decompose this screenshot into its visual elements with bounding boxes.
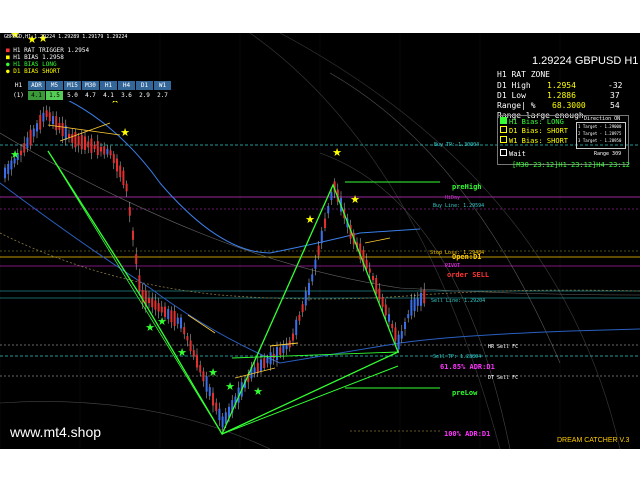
d1-high-value: 1.2954 [547, 81, 576, 90]
tf-value: 4.1 [99, 90, 118, 101]
buy-tp-label: Buy TP: 1.30004 [434, 142, 480, 148]
pre-high-label: preHigh [452, 183, 482, 191]
tf-header-adr: ADR [27, 80, 46, 91]
svg-text:★: ★ [225, 380, 235, 393]
tf-value: 3.6 [117, 90, 136, 101]
range-pct: 54 [610, 101, 620, 110]
target-1: 1 Target - 1.29000 [578, 124, 622, 129]
tf-header-m15: M15 [63, 80, 82, 91]
open-d1-label: Open:D1 [452, 253, 482, 261]
sell-tp-label: Sell TP: 1.28804 [433, 354, 482, 360]
tf-header-m30: M30 [81, 80, 100, 91]
wait-row: Wait [500, 149, 526, 158]
sell-line-label: Sell Line: 1.29204 [431, 298, 486, 304]
d1-bias-row: D1 Bias: SHORT [500, 126, 568, 135]
adr-pct-label: 61.85% ADR:D1 [440, 363, 495, 371]
order-sell-label: order SELL [447, 271, 490, 279]
price-pair-label: 1.29224 GBPUSD H1 [532, 55, 639, 67]
tf-header-w1: W1 [153, 80, 172, 91]
timeframe-table: H1 ADR M5 M15 M30 H1 H4 D1 W1 (1) 4.1 1.… [9, 80, 172, 101]
pre-low-label: preLow [452, 389, 478, 397]
svg-text:★: ★ [120, 126, 130, 139]
d1-high-label: D1 High [497, 81, 531, 90]
d1-low-value: 1.2886 [547, 91, 576, 100]
target-2: 2 Target - 1.28975 [578, 131, 622, 136]
svg-text:★: ★ [157, 315, 167, 328]
svg-text:★: ★ [332, 146, 342, 159]
svg-text:★: ★ [10, 148, 20, 161]
legend-bias-level: ■ H1 BIAS 1.2958 [6, 54, 64, 61]
tf-value: 1.5 [45, 90, 64, 101]
dt-sell-label: DT Sell FC [488, 375, 519, 381]
tf-header-m5: M5 [45, 80, 64, 91]
d1-low-label: D1 Low [497, 91, 526, 100]
tf-value: 4.1 [27, 90, 46, 101]
chart-window[interactable]: ★★★★★★★★★★★★★★★ GBPUSD,H1 1.29224 1.2928… [0, 33, 640, 449]
tf-header-d1: D1 [135, 80, 154, 91]
legend-h1-bias: ● H1 BIAS LONG [6, 61, 57, 68]
harmonic-pattern [47, 122, 399, 436]
buy-line-label: Buy Line: 1.29594 [433, 203, 485, 209]
tf-value: 2.9 [135, 90, 154, 101]
tf-header-h4: H4 [117, 80, 136, 91]
legend-d1-bias: ● D1 BIAS SHORT [6, 68, 61, 75]
watermark: www.mt4.shop [10, 424, 102, 440]
timers: [M30-23:12]H1-23:12]H4-23:12 [512, 161, 631, 169]
svg-text:★: ★ [305, 213, 315, 226]
range-value: 68.3000 [552, 101, 586, 110]
d1-low-delta: 37 [610, 91, 620, 100]
range-box-label: Range 309 [594, 151, 622, 157]
zone-title: H1 RAT ZONE [497, 70, 550, 79]
svg-text:★: ★ [177, 346, 187, 359]
candles [4, 105, 426, 434]
legend-rat-trigger: ■ H1 RAT TRIGGER 1.2954 [6, 47, 90, 54]
tf-header-h1-b: H1 [99, 80, 118, 91]
tf-header-h1: H1 [9, 80, 28, 91]
adr-full-label: 100% ADR:D1 [444, 430, 491, 438]
tf-row-label: (1) [9, 90, 28, 101]
tf-value: 2.7 [153, 90, 172, 101]
brand-label: DREAM CATCHER V.3 [557, 437, 630, 444]
w1-bias-row: W1 Bias: SHORT [500, 136, 568, 145]
h1-bias-row: H1 Bias: LONG [500, 117, 564, 126]
chart-title: GBPUSD,H1 1.29224 1.29289 1.29179 1.2922… [4, 34, 128, 40]
range-label: Range| % [497, 101, 536, 110]
tf-value: 4.7 [81, 90, 100, 101]
svg-text:★: ★ [145, 321, 155, 334]
tf-value: 5.0 [63, 90, 82, 101]
target-3: 3 Target - 1.28950 [578, 138, 622, 143]
pivot-label: PIVOT [445, 263, 461, 269]
d1-high-delta: -32 [608, 81, 623, 90]
hi-day-label: HiDay [445, 195, 461, 201]
svg-text:★: ★ [208, 366, 218, 379]
svg-text:★: ★ [350, 193, 360, 206]
hr-sell-label: HR Sell FC [488, 344, 519, 350]
svg-text:★: ★ [253, 385, 263, 398]
